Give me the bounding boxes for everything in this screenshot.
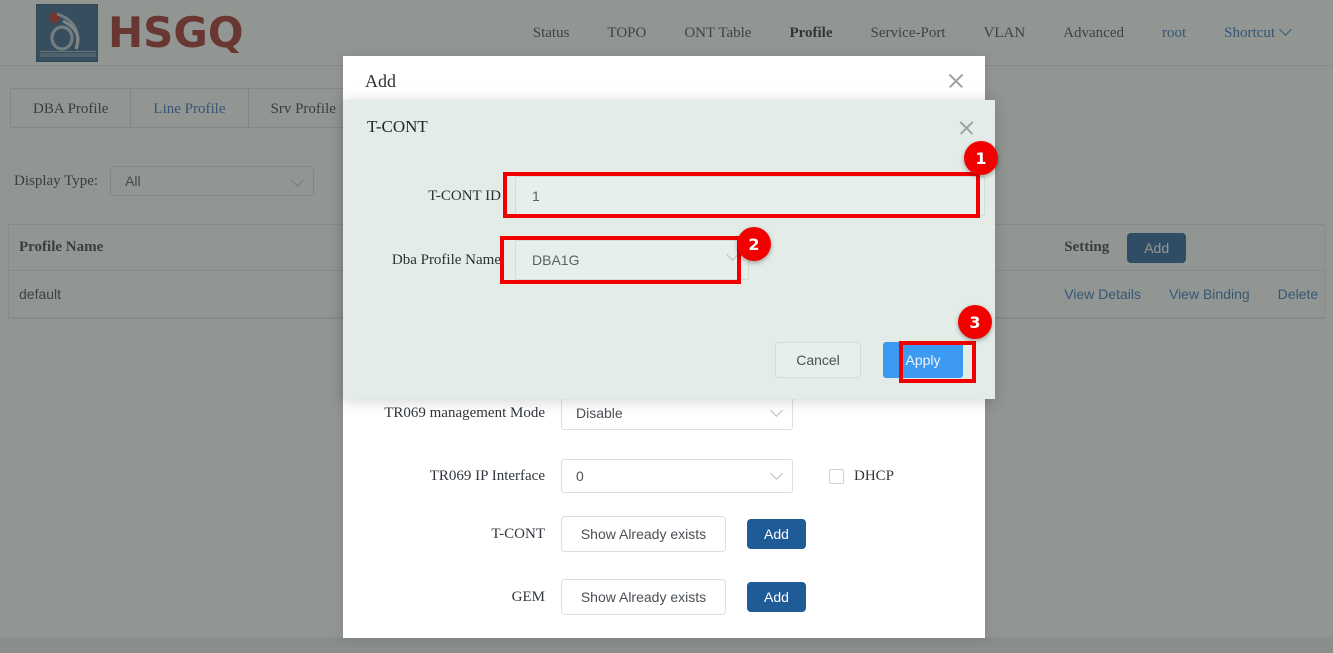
dhcp-label: DHCP (854, 467, 895, 484)
add-dialog-title: Add (365, 71, 396, 91)
cancel-button[interactable]: Cancel (775, 342, 861, 378)
app-root: HSGQ Status TOPO ONT Table Profile Servi… (0, 0, 1333, 653)
label-tr069-ip-interface: TR069 IP Interface (429, 467, 545, 484)
field-tr069-ip-interface: TR069 IP Interface 0 DHCP (343, 459, 985, 493)
close-icon[interactable] (947, 72, 965, 90)
tcont-show-already-exists-button[interactable]: Show Already exists (561, 516, 726, 552)
label-gem: GEM (511, 588, 545, 605)
chevron-down-icon (770, 404, 783, 417)
tcont-dialog-footer: Cancel Apply (343, 321, 995, 399)
tcont-dialog-title: T-CONT (367, 117, 428, 136)
field-tcont: T-CONT Show Already exists Add (343, 516, 985, 552)
tcont-dialog-header: T-CONT (343, 100, 995, 154)
select-tr069-ip-interface[interactable]: 0 (561, 459, 793, 493)
value-tr069-ip-interface: 0 (576, 468, 584, 484)
chevron-down-icon (726, 248, 739, 261)
select-tr069-management-mode[interactable]: Disable (561, 396, 793, 430)
field-dba-profile-name: Dba Profile Name DBA1G (343, 240, 749, 280)
field-tr069-management-mode: TR069 management Mode Disable (343, 396, 985, 430)
label-tr069-management-mode: TR069 management Mode (384, 404, 545, 421)
label-dba-profile-name: Dba Profile Name (391, 251, 501, 268)
annotation-badge-1: 1 (964, 141, 998, 175)
page-footer-band (0, 637, 1333, 653)
input-tcont-id[interactable]: 1 (515, 176, 985, 216)
label-tcont: T-CONT (491, 525, 545, 542)
value-tcont-id: 1 (532, 188, 540, 204)
field-tcont-id: T-CONT ID 1 (343, 176, 985, 216)
value-tr069-management-mode: Disable (576, 405, 623, 421)
annotation-badge-3: 3 (958, 305, 992, 339)
apply-button[interactable]: Apply (883, 342, 963, 378)
field-gem: GEM Show Already exists Add (343, 579, 985, 615)
tcont-add-button[interactable]: Add (747, 519, 806, 549)
value-dba-profile-name: DBA1G (532, 252, 580, 268)
close-icon[interactable] (958, 119, 975, 136)
annotation-badge-2: 2 (737, 227, 771, 261)
label-tcont-id: T-CONT ID (428, 187, 501, 204)
tcont-dialog: T-CONT T-CONT ID 1 Dba Profile Name DBA1… (343, 100, 995, 399)
gem-add-button[interactable]: Add (747, 582, 806, 612)
dhcp-checkbox[interactable] (829, 468, 844, 484)
chevron-down-icon (770, 467, 783, 480)
select-dba-profile-name[interactable]: DBA1G (515, 240, 749, 280)
gem-show-already-exists-button[interactable]: Show Already exists (561, 579, 726, 615)
